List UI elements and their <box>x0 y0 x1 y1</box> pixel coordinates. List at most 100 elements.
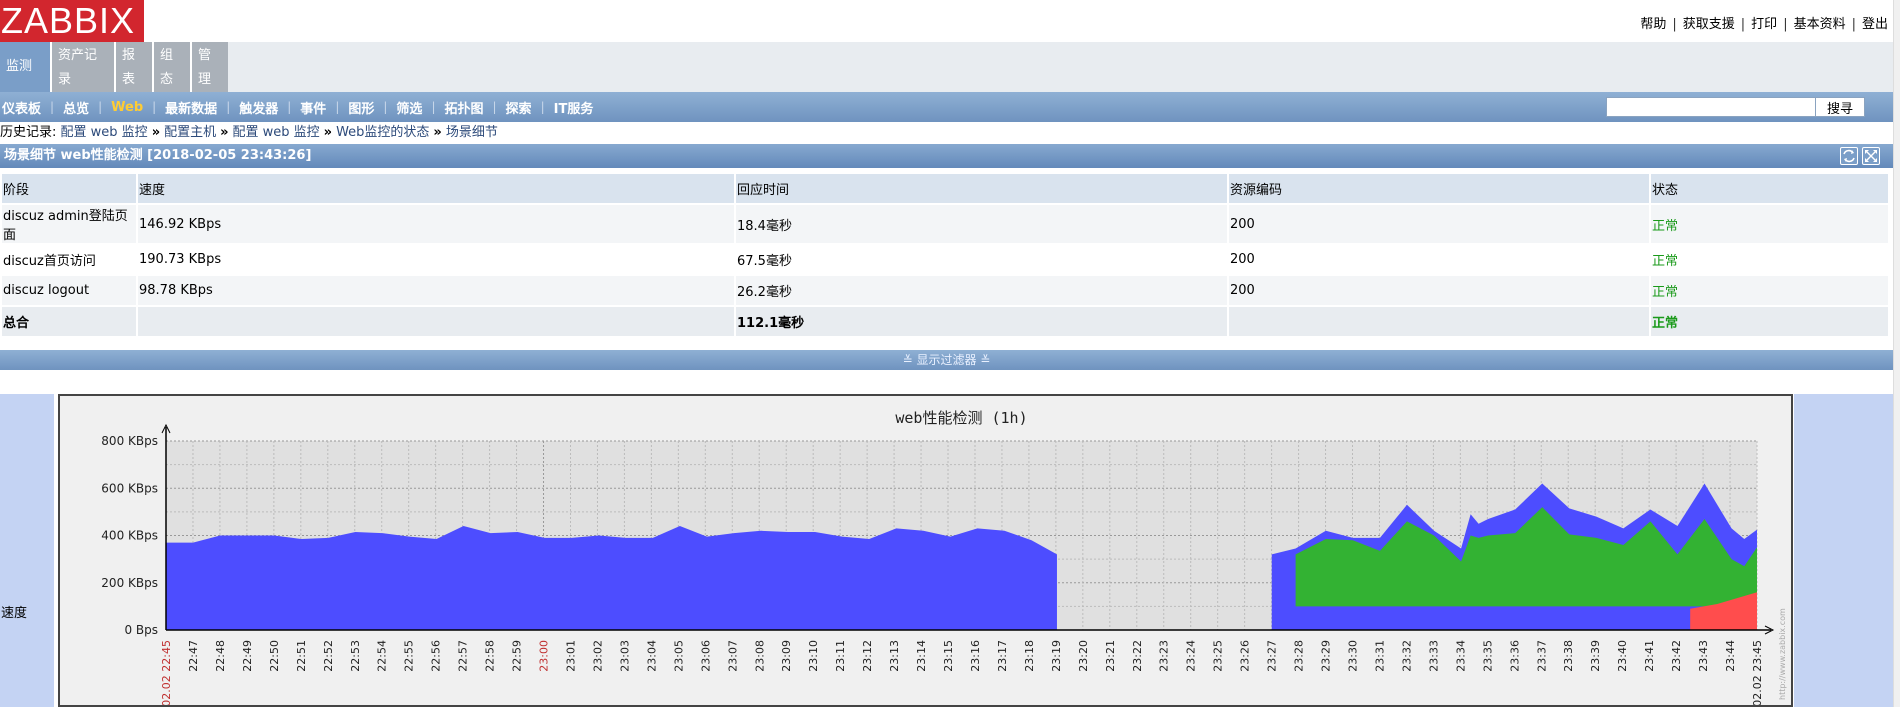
history-label: 历史记录: <box>0 125 57 140</box>
cell-total-status: 正常 <box>1651 307 1888 336</box>
refresh-icon[interactable] <box>1840 147 1858 165</box>
fullscreen-icon[interactable] <box>1862 147 1880 165</box>
x-tick-label: 02.02 23:45 <box>1751 640 1764 705</box>
column-header-response[interactable]: 回应时间 <box>736 174 1227 203</box>
x-tick-label: 23:25 <box>1212 640 1225 672</box>
table-total-row: 总合 112.1毫秒 正常 <box>2 307 1888 336</box>
x-tick-label: 23:03 <box>618 640 631 672</box>
search-button[interactable]: 搜寻 <box>1815 97 1865 117</box>
column-header-speed[interactable]: 速度 <box>138 174 734 203</box>
x-tick-label: 22:48 <box>214 640 227 672</box>
main-menu-administration[interactable]: 管理 <box>192 42 230 92</box>
x-tick-label: 23:41 <box>1643 640 1656 672</box>
sub-menu-maps[interactable]: 拓扑图 <box>444 98 483 117</box>
x-tick-label: 23:15 <box>942 640 955 672</box>
filter-toggle[interactable]: ≚ 显示过滤器 ≚ <box>0 350 1893 370</box>
sub-menu-discovery[interactable]: 探索 <box>506 98 532 117</box>
main-menu-inventory[interactable]: 资产记录 <box>52 42 116 92</box>
search-input[interactable] <box>1606 97 1816 117</box>
x-tick-label: 23:42 <box>1670 640 1683 672</box>
x-tick-label: 23:06 <box>699 640 712 672</box>
x-tick-label: 23:37 <box>1535 640 1548 672</box>
cell-code: 200 <box>1229 205 1649 243</box>
sub-menu-graphs[interactable]: 图形 <box>348 98 374 117</box>
cell-total-speed <box>138 307 734 336</box>
history-item[interactable]: 配置主机 <box>164 125 216 140</box>
scenario-title: 场景细节 web性能检测 [2018-02-05 23:43:26] <box>4 148 312 163</box>
x-tick-label: 23:33 <box>1427 640 1440 672</box>
x-tick-label: 22:57 <box>457 640 470 672</box>
main-menu-monitoring[interactable]: 监测中 <box>0 42 52 92</box>
x-tick-label: 23:11 <box>834 640 847 672</box>
series-area-blue-left <box>166 526 1057 630</box>
x-tick-label: 22:47 <box>187 640 200 672</box>
sub-menu-events[interactable]: 事件 <box>300 98 326 117</box>
sub-menu-latest-data[interactable]: 最新数据 <box>165 98 217 117</box>
x-tick-label: 22:59 <box>511 640 524 672</box>
x-tick-label: 22:53 <box>349 640 362 672</box>
column-header-status[interactable]: 状态 <box>1651 174 1888 203</box>
x-tick-label: 23:09 <box>780 640 793 672</box>
profile-link[interactable]: 基本资料 <box>1794 17 1846 32</box>
column-header-code[interactable]: 资源编码 <box>1229 174 1649 203</box>
cell-step: discuz首页访问 <box>2 245 136 274</box>
x-tick-label: 23:40 <box>1616 640 1629 672</box>
x-tick-label: 23:04 <box>645 640 658 672</box>
cell-response: 18.4毫秒 <box>736 205 1227 243</box>
sub-menu-dashboard[interactable]: 仪表板 <box>2 98 41 117</box>
table-header-row: 阶段 速度 回应时间 资源编码 状态 <box>2 174 1888 203</box>
x-tick-label: 23:08 <box>753 640 766 672</box>
x-tick-label: 23:43 <box>1697 640 1710 672</box>
main-menu: 监测中 资产记录 报表 组态 管理 <box>0 42 230 92</box>
print-link[interactable]: 打印 <box>1751 17 1777 32</box>
y-tick-label: 800 KBps <box>101 434 158 448</box>
cell-step: discuz admin登陆页面 <box>2 205 136 243</box>
speed-graph[interactable]: web性能检测 (1h) 0 Bps 200 KBps 400 KBps 600 KBp… <box>58 394 1793 707</box>
sub-menu-web[interactable]: Web <box>111 100 143 115</box>
sub-menu: 仪表板 | 总览 | Web | 最新数据 | 触发器 | 事件 | 图形 | 筛选 | 拓扑图… <box>0 92 1893 122</box>
breadcrumb: 历史记录: 配置 web 监控» 配置主机» 配置 web 监控» Web监控的状态»… <box>0 125 498 140</box>
x-tick-label: 23:21 <box>1104 640 1117 672</box>
history-item[interactable]: Web监控的状态 <box>336 125 429 140</box>
x-tick-label: 23:31 <box>1373 640 1386 672</box>
cell-total-response: 112.1毫秒 <box>736 307 1227 336</box>
x-tick-label: 23:02 <box>591 640 604 672</box>
sub-menu-screens[interactable]: 筛选 <box>396 98 422 117</box>
main-menu-background <box>228 42 1900 92</box>
zabbix-logo[interactable]: ZABBIX <box>0 0 144 42</box>
cell-code: 200 <box>1229 276 1649 305</box>
y-tick-label: 0 Bps <box>124 623 158 637</box>
x-tick-label: 23:20 <box>1077 640 1090 672</box>
sub-menu-triggers[interactable]: 触发器 <box>239 98 278 117</box>
history-item[interactable]: 场景细节 <box>446 125 498 140</box>
x-tick-label: 23:05 <box>672 640 685 672</box>
cell-status: 正常 <box>1651 245 1888 274</box>
column-header-step[interactable]: 阶段 <box>2 174 136 203</box>
main-menu-configuration[interactable]: 组态 <box>154 42 192 92</box>
x-tick-label: 22:52 <box>322 640 335 672</box>
chart-title: web性能检测 (1h) <box>895 409 1027 427</box>
sub-menu-overview[interactable]: 总览 <box>63 98 89 117</box>
x-tick-label: 22:58 <box>484 640 497 672</box>
cell-total-code <box>1229 307 1649 336</box>
x-tick-label: 22:50 <box>268 640 281 672</box>
x-tick-label: 23:00 <box>538 640 551 672</box>
table-row: discuz admin登陆页面 146.92 KBps 18.4毫秒 200 … <box>2 205 1888 243</box>
x-tick-label: 23:35 <box>1481 640 1494 672</box>
vertical-scrollbar[interactable] <box>1893 0 1900 707</box>
main-menu-reports[interactable]: 报表 <box>116 42 154 92</box>
top-links: 帮助 | 获取支援 | 打印 | 基本资料 | 登出 <box>1640 17 1888 32</box>
x-tick-label: 23:36 <box>1508 640 1521 672</box>
cell-code: 200 <box>1229 245 1649 274</box>
sub-menu-it-services[interactable]: IT服务 <box>554 98 594 117</box>
help-link[interactable]: 帮助 <box>1640 17 1666 32</box>
history-item[interactable]: 配置 web 监控 <box>233 125 320 140</box>
cell-response: 26.2毫秒 <box>736 276 1227 305</box>
x-tick-label: 23:22 <box>1131 640 1144 672</box>
logout-link[interactable]: 登出 <box>1862 17 1888 32</box>
watermark: http://www.zabbix.com <box>1778 608 1787 700</box>
graph-row-label: 速度 <box>1 606 28 621</box>
y-tick-label: 600 KBps <box>101 481 158 495</box>
support-link[interactable]: 获取支援 <box>1683 17 1735 32</box>
history-item[interactable]: 配置 web 监控 <box>61 125 148 140</box>
